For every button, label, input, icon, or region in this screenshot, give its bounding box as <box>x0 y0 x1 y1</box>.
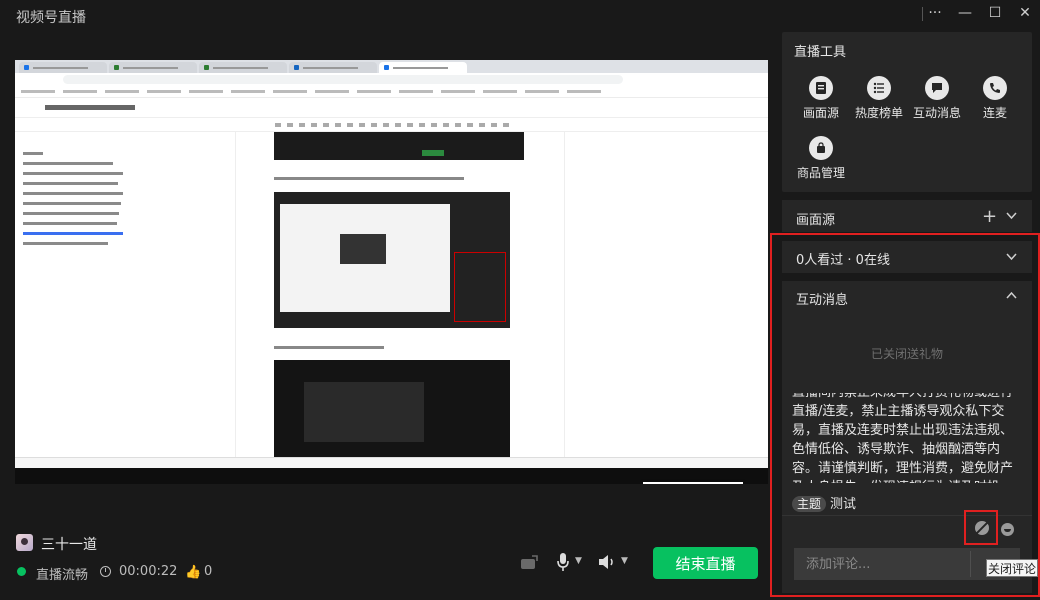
doc-outline <box>23 152 143 252</box>
avatar <box>16 534 33 551</box>
add-source-icon[interactable]: + <box>982 206 997 227</box>
streamer-name: 三十一道 <box>41 537 97 553</box>
doc-toolbar <box>15 118 768 132</box>
browser-tab-active <box>379 62 467 73</box>
browser-bookmarks <box>15 86 768 98</box>
speaker-dropdown-chevron-icon[interactable]: ▼ <box>621 556 628 566</box>
app-title: 视频号直播 <box>16 10 86 26</box>
doc-status-bar <box>15 457 768 468</box>
tool-label: 热度榜单 <box>854 106 903 120</box>
minimize-icon[interactable]: — <box>950 0 980 26</box>
tool-label: 连麦 <box>982 106 1007 120</box>
more-icon[interactable]: ··· <box>920 0 950 26</box>
browser-tab <box>109 62 197 73</box>
doc-header <box>15 98 768 118</box>
chevron-down-icon[interactable] <box>1006 212 1017 220</box>
live-status-text: 直播流畅 <box>36 568 89 583</box>
live-status-dot <box>17 567 26 576</box>
tool-ranking-list[interactable]: 热度榜单 <box>848 76 910 121</box>
tool-interaction-messages[interactable]: 互动消息 <box>906 76 968 121</box>
doc-body <box>15 132 768 484</box>
browser-tab <box>19 62 107 73</box>
browser-tab <box>199 62 287 73</box>
window-controls: ··· — ☐ ✕ <box>920 0 1040 28</box>
screen-source-icon <box>809 76 833 100</box>
live-duration: 00:00:22 <box>119 564 178 579</box>
captured-browser-screen <box>15 60 768 484</box>
tool-screen-source[interactable]: 画面源 <box>790 76 852 121</box>
screen-source-section[interactable]: 画面源 + <box>782 200 1032 232</box>
browser-tab-strip <box>15 60 768 73</box>
shopping-bag-icon <box>809 136 833 160</box>
highlight-box <box>770 233 1040 597</box>
doc-page <box>235 132 565 457</box>
live-tools-panel: 直播工具 画面源 热度榜单 互动消息 连麦 商品管理 <box>782 32 1032 192</box>
screen-source-title: 画面源 <box>796 213 836 228</box>
doc-toast <box>643 482 743 484</box>
mic-dropdown-chevron-icon[interactable]: ▼ <box>575 556 585 566</box>
tools-title: 直播工具 <box>794 45 847 60</box>
end-live-button[interactable]: 结束直播 <box>653 547 758 579</box>
live-preview <box>15 60 768 484</box>
camera-flip-icon[interactable] <box>520 554 540 570</box>
like-count: 0 <box>204 564 213 579</box>
tool-label: 互动消息 <box>912 106 961 120</box>
close-comment-tooltip: 关闭评论 <box>986 559 1038 577</box>
ranking-list-icon <box>867 76 891 100</box>
clock-icon <box>100 566 111 577</box>
speaker-icon[interactable] <box>597 554 617 570</box>
close-icon[interactable]: ✕ <box>1010 0 1040 26</box>
tool-label: 商品管理 <box>796 166 845 180</box>
tool-label: 画面源 <box>802 106 839 120</box>
tool-product-management[interactable]: 商品管理 <box>790 136 852 181</box>
browser-tab <box>289 62 377 73</box>
maximize-icon[interactable]: ☐ <box>980 0 1010 26</box>
microphone-icon[interactable] <box>556 552 570 572</box>
message-icon <box>925 76 949 100</box>
phone-connect-icon <box>983 76 1007 100</box>
browser-address-bar <box>15 73 768 86</box>
tool-co-host[interactable]: 连麦 <box>964 76 1026 121</box>
title-bar: 视频号直播 ··· — ☐ ✕ <box>0 0 1040 32</box>
thumbs-up-icon: 👍 <box>185 565 202 580</box>
